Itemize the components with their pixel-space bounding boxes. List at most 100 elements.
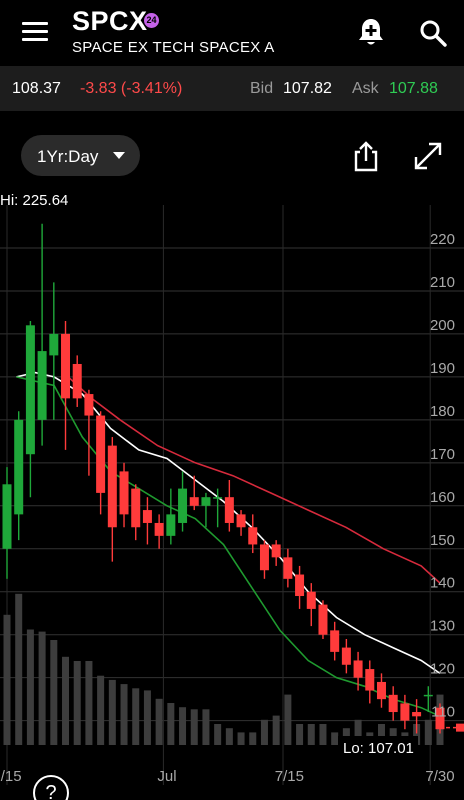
candle-body	[259, 544, 269, 571]
volume-bar	[73, 661, 81, 745]
candle-body	[213, 497, 223, 499]
candle-body	[236, 514, 246, 528]
candle-body	[353, 660, 363, 678]
candle-body	[142, 510, 152, 523]
y-tick-label: 140	[430, 575, 455, 592]
x-date-label: Jul	[157, 768, 176, 785]
y-tick-label: 160	[430, 489, 455, 506]
hi-label: Hi: 225.64	[0, 192, 68, 209]
candle-body	[154, 522, 164, 536]
candle-body	[318, 604, 328, 635]
candle-body	[131, 488, 141, 528]
volume-bar	[38, 631, 46, 745]
volume-bar	[190, 709, 198, 745]
price-chart[interactable]: Hi: 225.64 220 210 200 190 180 170 160 150 140 13…	[0, 185, 464, 800]
volume-bar	[97, 675, 105, 745]
x-date-label: 7/15	[275, 768, 304, 785]
candle-body	[365, 669, 375, 691]
expand-icon[interactable]	[413, 141, 443, 171]
y-tick-label: 190	[430, 360, 455, 377]
volume-bar	[284, 694, 292, 745]
volume-bar	[155, 698, 163, 745]
candle-body	[49, 333, 59, 356]
volume-bar	[296, 724, 304, 745]
volume-bar	[132, 688, 140, 745]
bid-label: Bid	[250, 80, 274, 97]
candle-body	[119, 471, 129, 515]
candle-body	[306, 591, 316, 609]
volume-bar	[249, 732, 257, 745]
y-tick-label: 210	[430, 274, 455, 291]
candle-body	[283, 557, 293, 579]
ticker-symbol[interactable]: SPCX	[72, 6, 148, 37]
candle-body	[37, 351, 47, 420]
y-tick-label: 120	[430, 661, 455, 678]
volume-bar	[307, 724, 315, 745]
last-price: 108.37	[12, 80, 61, 97]
candle-body	[84, 394, 94, 416]
extended-hours-badge: 24	[144, 13, 159, 28]
menu-icon[interactable]	[22, 22, 48, 44]
volume-bar	[272, 715, 280, 745]
candle-body	[166, 514, 176, 536]
candle-body	[96, 415, 106, 493]
candle-body	[178, 488, 188, 523]
quote-bar: 108.37 -3.83 (-3.41%) Bid 107.82 Ask 107…	[0, 66, 464, 111]
volume-bar	[108, 679, 116, 745]
time-range-label: 1Yr:Day	[37, 147, 99, 166]
x-date-label: 6/15	[0, 768, 22, 785]
candle-body	[271, 544, 281, 558]
candle-body	[412, 712, 422, 717]
volume-bar	[202, 709, 210, 745]
candle-body	[400, 703, 410, 721]
y-tick-label: 180	[430, 403, 455, 420]
candle-body	[388, 694, 398, 713]
volume-bar	[62, 656, 70, 745]
candle-body	[330, 630, 340, 652]
volume-bar	[237, 732, 245, 745]
candle-body	[376, 681, 386, 700]
volume-bar	[120, 684, 128, 745]
volume-bar	[167, 703, 175, 745]
candle-body	[61, 333, 71, 399]
volume-bar	[26, 629, 34, 745]
candle-body	[107, 445, 117, 528]
volume-bar	[15, 593, 23, 745]
price-change: -3.83 (-3.41%)	[80, 80, 183, 97]
lo-label: Lo: 107.01	[343, 740, 414, 757]
y-tick-label: 200	[430, 317, 455, 334]
volume-bar	[3, 614, 11, 745]
app-header: SPCX 24 SPACE EX TECH SPACEX A	[0, 0, 464, 66]
candle-body	[248, 527, 258, 545]
ask-label: Ask	[352, 80, 379, 97]
alert-add-icon[interactable]	[357, 17, 385, 47]
y-tick-label: 110	[431, 704, 455, 721]
x-date-label: 7/30	[425, 768, 454, 785]
candle-body	[2, 484, 12, 549]
search-icon[interactable]	[419, 19, 447, 47]
candle-body	[25, 325, 35, 455]
volume-bar	[50, 640, 58, 745]
volume-bar	[260, 719, 268, 745]
volume-bar	[424, 719, 432, 745]
time-range-selector[interactable]: 1Yr:Day	[21, 135, 140, 176]
volume-bar	[214, 724, 222, 745]
candle-body	[14, 419, 24, 515]
y-tick-label: 220	[430, 231, 455, 248]
candle-body	[72, 363, 82, 399]
volume-bar	[143, 690, 151, 745]
chevron-down-icon	[113, 152, 125, 159]
y-tick-label: 150	[430, 532, 455, 549]
ask-price: 107.88	[389, 80, 438, 97]
candle-body	[423, 694, 433, 697]
share-icon[interactable]	[352, 140, 380, 172]
volume-bar	[331, 732, 339, 745]
y-tick-label: 130	[430, 618, 455, 635]
volume-bar	[319, 724, 327, 745]
company-name: SPACE EX TECH SPACEX A	[72, 39, 275, 56]
volume-bar	[225, 728, 233, 745]
candle-body	[224, 497, 234, 523]
y-tick-label: 170	[430, 446, 455, 463]
bid-price: 107.82	[283, 80, 332, 97]
last-price-marker	[456, 723, 464, 732]
